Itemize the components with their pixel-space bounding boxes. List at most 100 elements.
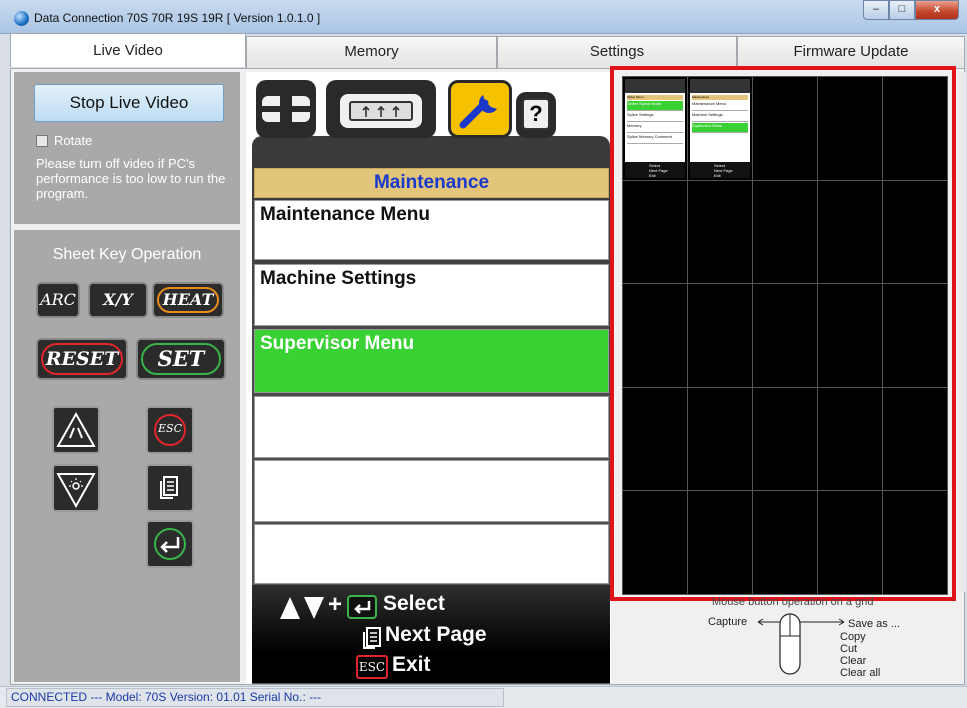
rotate-label: Rotate	[54, 133, 93, 148]
app-icon	[14, 11, 29, 26]
menu-header: Maintenance	[254, 168, 609, 198]
grid-cell-18[interactable]	[752, 386, 818, 492]
grid-cell-21[interactable]	[622, 490, 688, 595]
mouse-help-capture: Capture	[708, 616, 748, 628]
menu-item-supervisor[interactable]: Supervisor Menu	[254, 329, 609, 393]
thumb-toolbar	[690, 79, 750, 93]
next-page-key[interactable]	[146, 464, 194, 512]
grid-scrollbar[interactable]	[958, 72, 966, 592]
device-menu-toolbar: ?	[252, 80, 610, 158]
grid-cell-10[interactable]	[882, 179, 948, 285]
tab-memory[interactable]: Memory	[246, 36, 497, 68]
mouse-help-save-as: Save as ...	[848, 618, 900, 630]
thumb-line: Select Splice Mode	[627, 101, 683, 111]
thumb-toolbar	[625, 79, 685, 93]
grid-cell-19[interactable]	[817, 386, 883, 492]
grid-cell-16[interactable]	[622, 386, 688, 492]
maximize-button[interactable]: □	[889, 0, 915, 20]
grid-cell-24[interactable]	[817, 490, 883, 595]
thumb-line: Splice Settings	[627, 112, 683, 122]
heat-key[interactable]: HEAT	[152, 282, 224, 318]
hint-select: Select	[383, 592, 445, 615]
wrench-icon	[459, 95, 497, 129]
grid-cell-11[interactable]	[622, 283, 688, 388]
thumb-line: Splice Memory Comment	[627, 134, 683, 144]
arc-key[interactable]: ARC	[36, 282, 80, 318]
thumbnail-maintenance[interactable]: Maintenance Maintenance Menu Machine Set…	[690, 79, 750, 178]
grid-cell-7[interactable]	[687, 179, 753, 285]
hint-next-page: Next Page	[385, 623, 487, 646]
capture-grid: Splice Menu Select Splice Mode Splice Se…	[622, 76, 948, 595]
grid-cell-6[interactable]	[622, 179, 688, 285]
grid-cell-8[interactable]	[752, 179, 818, 285]
menu-item-maintenance[interactable]: Maintenance Menu	[254, 200, 609, 260]
motor-up-key[interactable]	[52, 406, 100, 454]
grid-cell-13[interactable]	[752, 283, 818, 388]
rotate-checkbox-row[interactable]: Rotate	[36, 133, 92, 148]
grid-cell-15[interactable]	[882, 283, 948, 388]
grid-cell-9[interactable]	[817, 179, 883, 285]
stop-live-video-button[interactable]: Stop Live Video	[34, 84, 224, 122]
grid-cell-20[interactable]	[882, 386, 948, 492]
set-key[interactable]: SET	[136, 338, 226, 380]
menu-item-empty-5[interactable]	[254, 460, 609, 522]
connection-status: CONNECTED --- Model: 70S Version: 01.01 …	[6, 688, 504, 707]
light-triangle-icon	[56, 473, 96, 509]
light-key[interactable]	[52, 464, 100, 512]
tab-live-video[interactable]: Live Video	[10, 33, 246, 67]
heat-key-label: HEAT	[162, 290, 214, 309]
heater-tab-button[interactable]	[326, 80, 436, 138]
splice-tab-button[interactable]	[256, 80, 316, 138]
grid-cell-2[interactable]: Maintenance Maintenance Menu Machine Set…	[687, 76, 753, 181]
minimize-button[interactable]: –	[863, 0, 889, 20]
help-tab-button[interactable]: ?	[516, 92, 556, 138]
thumb-line: Maintenance Menu	[692, 101, 748, 111]
thumbnail-splice-menu[interactable]: Splice Menu Select Splice Mode Splice Se…	[625, 79, 685, 178]
triangle-arrows-icon	[56, 411, 96, 447]
thumb-footer-exit: Exit	[649, 172, 656, 178]
xy-key[interactable]: X/Y	[88, 282, 148, 318]
grid-cell-5[interactable]	[882, 76, 948, 181]
plus-glyph: +	[328, 591, 343, 618]
grid-cell-23[interactable]	[752, 490, 818, 595]
thumb-footer-exit: Exit	[714, 172, 721, 178]
thumb-header-text: Maintenance	[692, 95, 710, 99]
grid-cell-25[interactable]	[882, 490, 948, 595]
tab-settings[interactable]: Settings	[497, 36, 737, 68]
grid-cell-1[interactable]: Splice Menu Select Splice Mode Splice Se…	[622, 76, 688, 181]
grid-cell-17[interactable]	[687, 386, 753, 492]
menu-item-empty-4[interactable]	[254, 396, 609, 458]
grid-cell-4[interactable]	[817, 76, 883, 181]
mouse-help-title: Mouse button operation on a grid	[712, 596, 874, 608]
grid-cell-3[interactable]	[752, 76, 818, 181]
grid-cell-22[interactable]	[687, 490, 753, 595]
menu-hint-footer: + Select Next Page ESC Exit	[252, 585, 610, 683]
tab-firmware-update[interactable]: Firmware Update	[737, 36, 965, 68]
enter-key[interactable]	[146, 520, 194, 568]
grid-cell-12[interactable]	[687, 283, 753, 388]
close-button[interactable]: x	[915, 0, 959, 20]
pages-icon	[160, 476, 178, 499]
arc-key-label: ARC	[40, 290, 76, 309]
esc-key[interactable]: ESC	[146, 406, 194, 454]
hint-exit: Exit	[392, 653, 431, 676]
thumb-header-text: Splice Menu	[627, 95, 644, 99]
xy-key-label: X/Y	[103, 290, 133, 309]
mouse-help-clear: Clear	[840, 655, 867, 667]
set-key-label: SET	[157, 346, 205, 371]
mouse-help-copy: Copy	[840, 631, 866, 643]
thumb-footer: Select Next Page Exit	[625, 161, 685, 178]
thumb-footer: Select Next Page Exit	[690, 161, 750, 178]
sheet-key-panel: Sheet Key Operation ARC X/Y HEAT RESET S…	[14, 230, 240, 682]
menu-item-empty-6[interactable]	[254, 524, 609, 584]
maintenance-tab-button[interactable]	[448, 80, 512, 138]
enter-icon	[154, 528, 186, 560]
thumb-header: Splice Menu	[627, 95, 683, 100]
thumb-line: Machine Settings	[692, 112, 748, 122]
grid-cell-14[interactable]	[817, 283, 883, 388]
title-bar: Data Connection 70S 70R 19S 19R [ Versio…	[0, 0, 967, 34]
menu-item-machine-settings[interactable]: Machine Settings	[254, 264, 609, 326]
reset-key[interactable]: RESET	[36, 338, 128, 380]
rotate-checkbox[interactable]	[36, 134, 48, 147]
device-screen-panel: ? Maintenance Maintenance Menu Machine S…	[246, 72, 611, 684]
